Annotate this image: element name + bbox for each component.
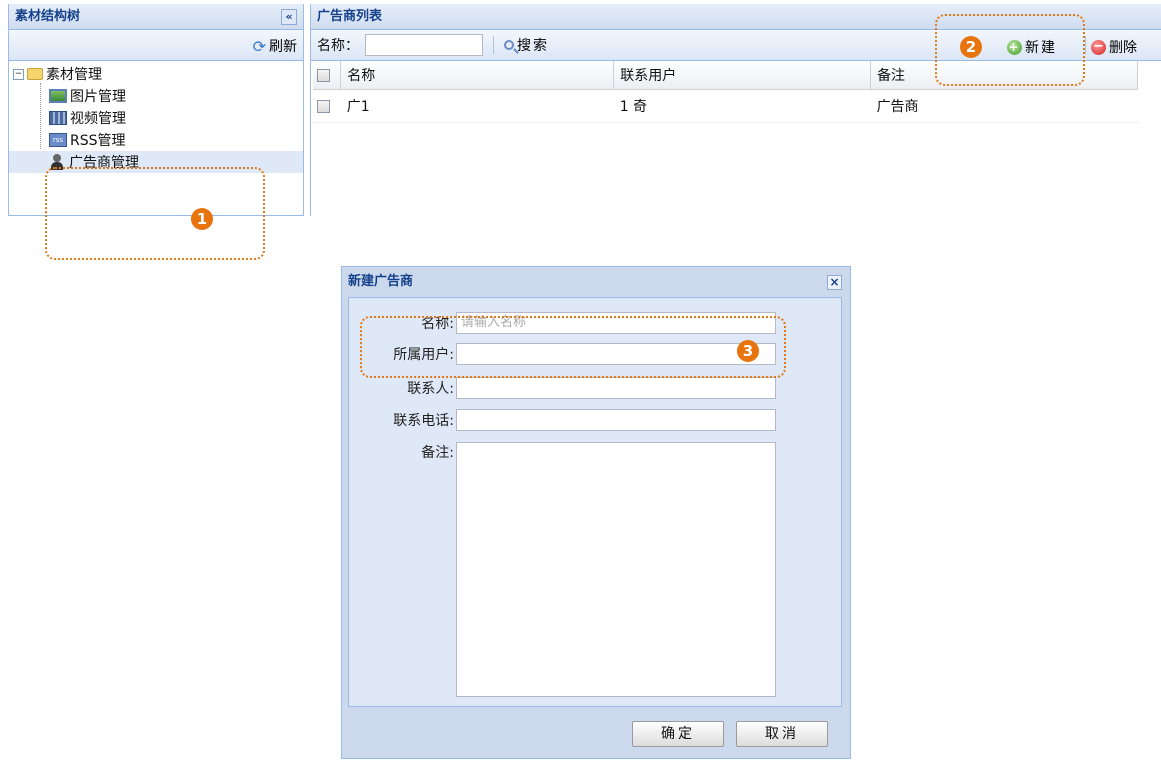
refresh-label: 刷新 [269, 39, 297, 55]
column-header-name[interactable]: 名称 [340, 61, 615, 90]
refresh-button[interactable]: ⟳ 刷新 [253, 36, 297, 56]
select-all-checkbox[interactable] [317, 68, 330, 82]
search-button-label: 搜索 [517, 38, 549, 54]
tree-node-label: 视频管理 [70, 111, 126, 127]
phone-label: 联系电话: [393, 413, 454, 429]
tree-node-label: 图片管理 [70, 89, 126, 105]
delete-icon: − [1091, 39, 1106, 55]
ok-button[interactable]: 确定 [632, 721, 724, 747]
tree-panel-title: 素材结构树 [15, 9, 81, 24]
toolbar-separator [1085, 36, 1086, 54]
cell-note: 广告商 [870, 89, 1138, 123]
row-select-cell [313, 89, 341, 123]
refresh-icon: ⟳ [252, 36, 266, 56]
tree-node-root[interactable]: − 素材管理 [9, 63, 303, 85]
form-row-contact: 联系人: [349, 377, 776, 399]
close-icon[interactable]: × [827, 275, 842, 290]
collapse-panel-button[interactable]: « [281, 9, 297, 25]
cell-name: 广1 [340, 89, 614, 123]
delete-button[interactable]: − 删除 [1091, 37, 1137, 57]
search-label: 名称： [317, 38, 359, 54]
callout-badge-1: 1 [191, 208, 213, 230]
callout-badge-3: 3 [737, 340, 759, 362]
search-input[interactable] [365, 34, 483, 56]
contact-label: 联系人: [407, 381, 454, 397]
form-row-phone: 联系电话: [349, 409, 776, 431]
phone-field[interactable] [456, 409, 776, 431]
note-label: 备注: [421, 445, 454, 461]
note-textarea[interactable] [456, 442, 776, 697]
collapse-toggle-icon[interactable]: − [13, 68, 24, 80]
tree-node-images[interactable]: 图片管理 [9, 85, 303, 107]
form-row-note: 备注: [349, 442, 776, 697]
dialog-footer: 确定 取消 [342, 715, 850, 755]
callout-frame-3 [360, 316, 786, 378]
search-button[interactable]: 搜索 [504, 35, 549, 55]
delete-button-label: 删除 [1109, 40, 1137, 56]
image-icon [49, 89, 67, 103]
tree-panel-header: 素材结构树 « [9, 4, 303, 30]
select-all-cell [313, 61, 342, 90]
folder-icon [27, 68, 43, 80]
rss-icon: rss [49, 133, 67, 147]
tree-toolbar: ⟳ 刷新 [9, 30, 303, 61]
material-tree: − 素材管理 图片管理 视频管理 rss RSS管理 广告商管理 [9, 61, 303, 173]
row-checkbox[interactable] [317, 99, 330, 113]
dialog-title: 新建广告商 [348, 274, 414, 289]
cancel-button[interactable]: 取消 [736, 721, 828, 747]
column-header-contact-user[interactable]: 联系用户 [613, 61, 872, 90]
toolbar-separator [493, 36, 494, 54]
tree-node-videos[interactable]: 视频管理 [9, 107, 303, 129]
dialog-header: 新建广告商 × [342, 267, 850, 297]
callout-frame-1 [45, 167, 265, 260]
table-row[interactable]: 广1 1 奇 广告商 [313, 89, 1138, 123]
tree-node-label: 素材管理 [46, 67, 102, 83]
cell-contact-user: 1 奇 [613, 89, 871, 123]
list-panel-title: 广告商列表 [317, 9, 383, 24]
tree-node-rss[interactable]: rss RSS管理 [9, 129, 303, 151]
tree-node-label: RSS管理 [70, 133, 126, 149]
search-icon [504, 40, 514, 50]
callout-frame-2 [935, 14, 1085, 86]
video-icon [49, 111, 67, 125]
contact-field[interactable] [456, 377, 776, 399]
callout-badge-2: 2 [960, 36, 982, 58]
